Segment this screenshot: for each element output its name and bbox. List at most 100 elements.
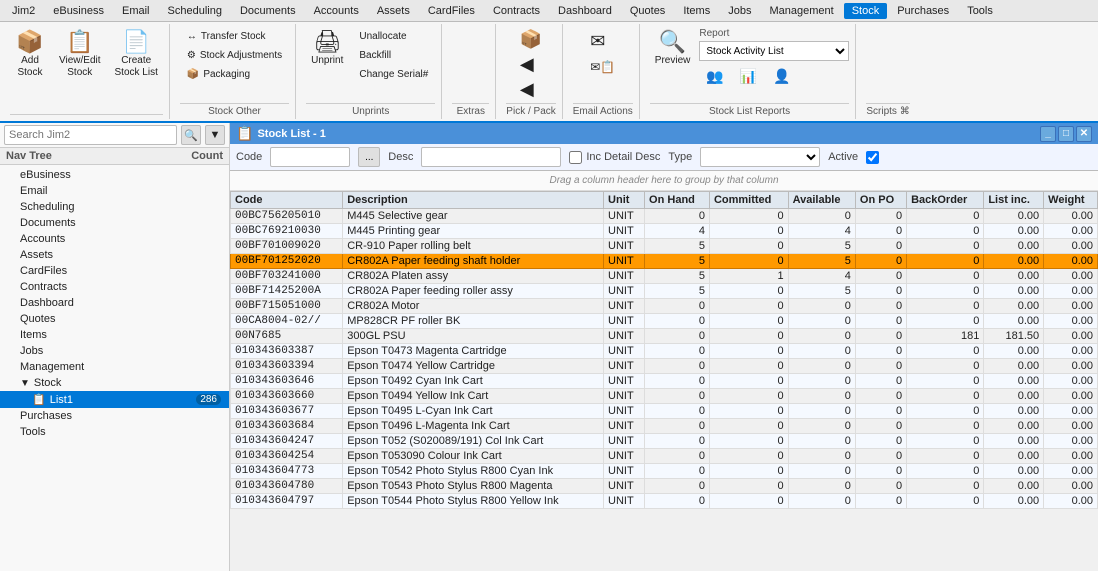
col-weight[interactable]: Weight — [1044, 192, 1098, 209]
menu-item-purchases[interactable]: Purchases — [889, 3, 957, 19]
stock-adjustments-button[interactable]: ⚙ Stock Adjustments — [180, 47, 289, 64]
pickpack-btn2[interactable]: ◀ — [515, 53, 547, 76]
sidebar-item-email[interactable]: Email — [0, 183, 229, 199]
table-row[interactable]: 010343603394Epson T0474 Yellow Cartridge… — [231, 359, 1098, 374]
window-maximize-button[interactable]: □ — [1058, 126, 1074, 142]
menu-item-cardfiles[interactable]: CardFiles — [420, 3, 483, 19]
nav-tree: eBusiness Email Scheduling Documents Acc… — [0, 165, 229, 571]
sidebar-item-list1[interactable]: 📋 List1 286 — [0, 391, 229, 408]
preview-button[interactable]: 🔍 Preview — [650, 28, 696, 69]
table-row[interactable]: 00BF701009020CR-910 Paper rolling beltUN… — [231, 239, 1098, 254]
sidebar-item-assets[interactable]: Assets — [0, 247, 229, 263]
menu-item-dashboard[interactable]: Dashboard — [550, 3, 620, 19]
table-row[interactable]: 010343603660Epson T0494 Yellow Ink CartU… — [231, 389, 1098, 404]
sidebar-item-management[interactable]: Management — [0, 359, 229, 375]
menu-item-assets[interactable]: Assets — [369, 3, 418, 19]
sidebar-item-ebusiness[interactable]: eBusiness — [0, 167, 229, 183]
change-serial-button[interactable]: Change Serial# — [352, 66, 435, 83]
table-row[interactable]: 00BC769210030M445 Printing gearUNIT40400… — [231, 224, 1098, 239]
ribbon-group-label-pickpack: Pick / Pack — [506, 103, 555, 117]
sidebar-item-purchases[interactable]: Purchases — [0, 408, 229, 424]
col-unit[interactable]: Unit — [604, 192, 645, 209]
table-row[interactable]: 010343604773Epson T0542 Photo Stylus R80… — [231, 464, 1098, 479]
col-on-po[interactable]: On PO — [855, 192, 906, 209]
code-filter-input[interactable] — [270, 147, 350, 167]
menu-item-quotes[interactable]: Quotes — [622, 3, 673, 19]
table-row[interactable]: 00BF703241000CR802A Platen assyUNIT51400… — [231, 269, 1098, 284]
pickpack-btn1[interactable]: 📦 — [515, 28, 547, 51]
menu-item-accounts[interactable]: Accounts — [306, 3, 367, 19]
inc-detail-desc-checkbox[interactable] — [569, 151, 582, 164]
menu-item-documents[interactable]: Documents — [232, 3, 304, 19]
code-filter-button[interactable]: ... — [358, 147, 380, 167]
table-row[interactable]: 010343604247Epson T052 (S020089/191) Col… — [231, 434, 1098, 449]
menu-item-contracts[interactable]: Contracts — [485, 3, 548, 19]
menu-item-scheduling[interactable]: Scheduling — [160, 3, 230, 19]
transfer-stock-button[interactable]: ↔ Transfer Stock — [180, 28, 289, 45]
search-options-button[interactable]: ▼ — [205, 125, 225, 145]
sidebar-item-tools[interactable]: Tools — [0, 424, 229, 440]
active-filter-label: Active — [828, 151, 858, 163]
col-backorder[interactable]: BackOrder — [907, 192, 984, 209]
table-row[interactable]: 00CA8004-02//MP828CR PF roller BKUNIT000… — [231, 314, 1098, 329]
menu-item-tools[interactable]: Tools — [959, 3, 1001, 19]
window-minimize-button[interactable]: _ — [1040, 126, 1056, 142]
sidebar-item-jobs[interactable]: Jobs — [0, 343, 229, 359]
report-btn1[interactable]: 👥 — [699, 65, 730, 88]
report-btn2[interactable]: 📊 — [733, 65, 764, 88]
menu-item-stock[interactable]: Stock — [844, 3, 888, 19]
table-row[interactable]: 010343604797Epson T0544 Photo Stylus R80… — [231, 494, 1098, 509]
sidebar-item-stock[interactable]: ▼ Stock — [0, 375, 229, 391]
menu-item-management[interactable]: Management — [761, 3, 841, 19]
menu-item-ebusiness[interactable]: eBusiness — [45, 3, 112, 19]
pickpack-btn3[interactable]: ◀ — [515, 78, 547, 101]
table-row[interactable]: 010343603677Epson T0495 L-Cyan Ink CartU… — [231, 404, 1098, 419]
create-stock-list-button[interactable]: 📄 CreateStock List — [110, 28, 163, 82]
backfill-button[interactable]: Backfill — [352, 47, 435, 64]
type-filter-select[interactable] — [700, 147, 820, 167]
sidebar-item-dashboard[interactable]: Dashboard — [0, 295, 229, 311]
table-wrap[interactable]: Code Description Unit On Hand Committed … — [230, 191, 1098, 571]
col-code[interactable]: Code — [231, 192, 343, 209]
stock-report-select[interactable]: Stock Activity List Stock Valuation Stoc… — [699, 41, 849, 61]
col-available[interactable]: Available — [788, 192, 855, 209]
col-list-inc[interactable]: List inc. — [984, 192, 1044, 209]
view-edit-stock-button[interactable]: 📋 View/EditStock — [54, 28, 106, 82]
email-btn2[interactable]: ✉📋 — [583, 57, 622, 77]
table-row[interactable]: 010343604254Epson T053090 Colour Ink Car… — [231, 449, 1098, 464]
col-committed[interactable]: Committed — [709, 192, 788, 209]
table-row[interactable]: 00BF71425200ACR802A Paper feeding roller… — [231, 284, 1098, 299]
table-row[interactable]: 010343603387Epson T0473 Magenta Cartridg… — [231, 344, 1098, 359]
menu-item-jim2[interactable]: Jim2 — [4, 3, 43, 19]
table-row[interactable]: 00BF715051000CR802A MotorUNIT000000.000.… — [231, 299, 1098, 314]
table-row[interactable]: 00N7685300GL PSUUNIT0000181181.500.00 — [231, 329, 1098, 344]
desc-filter-input[interactable] — [421, 147, 561, 167]
menu-item-items[interactable]: Items — [675, 3, 718, 19]
sidebar-item-quotes[interactable]: Quotes — [0, 311, 229, 327]
sidebar-item-cardfiles[interactable]: CardFiles — [0, 263, 229, 279]
report-btn3[interactable]: 👤 — [766, 65, 797, 88]
sidebar-item-scheduling[interactable]: Scheduling — [0, 199, 229, 215]
col-description[interactable]: Description — [343, 192, 604, 209]
menu-item-email[interactable]: Email — [114, 3, 158, 19]
menu-item-jobs[interactable]: Jobs — [720, 3, 759, 19]
search-button[interactable]: 🔍 — [181, 125, 201, 145]
window-close-button[interactable]: ✕ — [1076, 126, 1092, 142]
table-row[interactable]: 010343603684Epson T0496 L-Magenta Ink Ca… — [231, 419, 1098, 434]
unallocate-button[interactable]: Unallocate — [352, 28, 435, 45]
sidebar-item-contracts[interactable]: Contracts — [0, 279, 229, 295]
packaging-button[interactable]: 📦 Packaging — [180, 66, 289, 83]
sidebar-item-items[interactable]: Items — [0, 327, 229, 343]
table-row[interactable]: 010343604780Epson T0543 Photo Stylus R80… — [231, 479, 1098, 494]
active-filter-checkbox[interactable] — [866, 151, 879, 164]
search-input[interactable] — [4, 125, 177, 145]
add-stock-button[interactable]: 📦 AddStock — [10, 28, 50, 82]
table-row[interactable]: 00BC756205010M445 Selective gearUNIT0000… — [231, 209, 1098, 224]
unprint-button[interactable]: 🖨 Unprint — [306, 28, 348, 69]
table-row[interactable]: 010343603646Epson T0492 Cyan Ink CartUNI… — [231, 374, 1098, 389]
sidebar-item-accounts[interactable]: Accounts — [0, 231, 229, 247]
table-row[interactable]: 00BF701252020CR802A Paper feeding shaft … — [231, 254, 1098, 269]
email-btn1[interactable]: ✉ — [583, 28, 622, 55]
col-on-hand[interactable]: On Hand — [645, 192, 710, 209]
sidebar-item-documents[interactable]: Documents — [0, 215, 229, 231]
